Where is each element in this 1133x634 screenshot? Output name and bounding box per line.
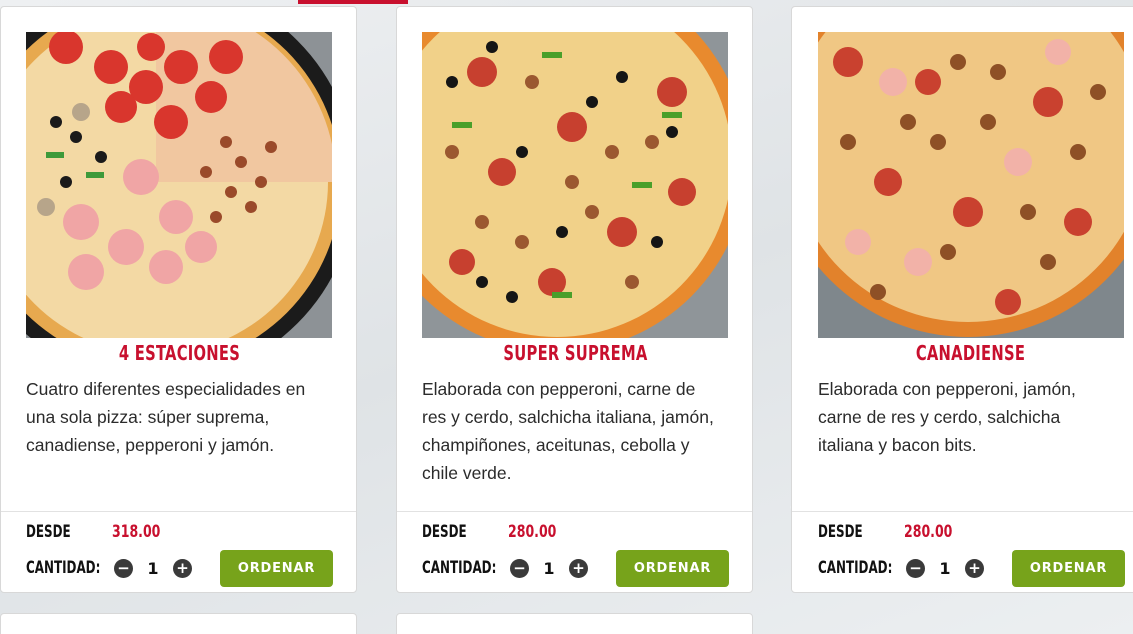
quantity-value[interactable]: 1 [133, 559, 173, 578]
divider [397, 511, 752, 512]
product-description: Cuatro diferentes especialidades en una … [26, 379, 306, 455]
quantity-stepper: CANTIDAD: − 1 + [818, 556, 984, 580]
product-title: CANADIENSE [915, 341, 1026, 365]
price-label: DESDE [422, 522, 467, 542]
product-card-canadiense: CANADIENSE Elaborada con pepperoni, jamó… [791, 6, 1133, 593]
quantity-label: CANTIDAD: [818, 558, 893, 578]
quantity-stepper: CANTIDAD: − 1 + [422, 556, 588, 580]
product-description: Elaborada con pepperoni, carne de res y … [422, 379, 714, 483]
product-card-super-suprema: SUPER SUPREMA Elaborada con pepperoni, c… [396, 6, 753, 593]
price-value: 280.00 [904, 522, 953, 542]
price-row: DESDE 318.00 [26, 521, 171, 543]
plus-circle-icon[interactable]: + [965, 558, 984, 578]
price-value: 318.00 [112, 522, 161, 542]
pizza-image[interactable] [26, 32, 332, 338]
price-label: DESDE [818, 522, 863, 542]
product-description: Elaborada con pepperoni, jamón, carne de… [818, 379, 1076, 455]
price-row: DESDE 280.00 [422, 521, 567, 543]
active-tab-indicator [298, 0, 408, 4]
divider [1, 511, 356, 512]
product-card-partial [0, 613, 357, 634]
order-button[interactable]: ORDENAR [616, 550, 729, 587]
quantity-label: CANTIDAD: [26, 558, 101, 578]
price-label: DESDE [26, 522, 71, 542]
minus-circle-icon[interactable]: − [510, 558, 529, 578]
product-title: 4 ESTACIONES [118, 341, 241, 365]
minus-circle-icon[interactable]: − [906, 558, 925, 578]
quantity-value[interactable]: 1 [925, 559, 965, 578]
pizza-image[interactable] [422, 32, 728, 338]
quantity-label: CANTIDAD: [422, 558, 497, 578]
minus-circle-icon[interactable]: − [114, 558, 133, 578]
pizza-4-estaciones-illustration [26, 32, 332, 338]
plus-circle-icon[interactable]: + [173, 558, 192, 578]
price-row: DESDE 280.00 [818, 521, 963, 543]
pizza-canadiense-illustration [818, 32, 1124, 338]
product-card-partial [396, 613, 753, 634]
plus-circle-icon[interactable]: + [569, 558, 588, 578]
order-button[interactable]: ORDENAR [1012, 550, 1125, 587]
pizza-super-suprema-illustration [422, 32, 728, 338]
quantity-value[interactable]: 1 [529, 559, 569, 578]
price-value: 280.00 [508, 522, 557, 542]
pizza-image[interactable] [818, 32, 1124, 338]
divider [792, 511, 1133, 512]
order-button[interactable]: ORDENAR [220, 550, 333, 587]
product-title: SUPER SUPREMA [503, 341, 648, 365]
quantity-stepper: CANTIDAD: − 1 + [26, 556, 192, 580]
product-card-4-estaciones: 4 ESTACIONES Cuatro diferentes especiali… [0, 6, 357, 593]
